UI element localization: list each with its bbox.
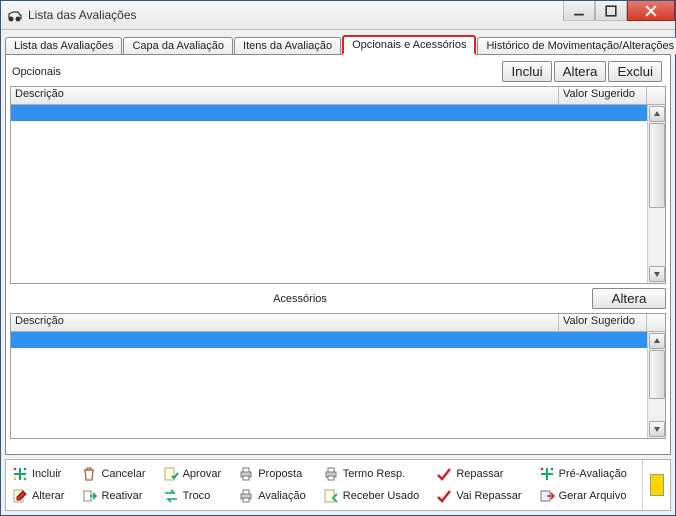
tab-historico[interactable]: Histórico de Movimentação/Alterações xyxy=(477,37,676,54)
altera-button[interactable]: Altera xyxy=(554,61,607,82)
incluir-button[interactable]: Incluir xyxy=(8,464,77,484)
opcionais-grid-header: Descrição Valor Sugerido xyxy=(11,87,665,105)
trash-icon xyxy=(81,466,97,482)
close-button[interactable] xyxy=(627,1,675,21)
incluir-label: Incluir xyxy=(32,468,61,480)
acessorios-grid-header: Descrição Valor Sugerido xyxy=(11,314,665,332)
opcionais-scrollbar[interactable] xyxy=(647,105,665,283)
receberusado-button[interactable]: Receber Usado xyxy=(319,486,433,506)
scroll-track-2[interactable] xyxy=(649,350,665,420)
opcionais-grid-body xyxy=(11,105,665,283)
opcionais-grid[interactable]: Descrição Valor Sugerido xyxy=(10,86,666,284)
opcionais-title: Opcionais xyxy=(12,66,500,78)
avaliacao-label: Avaliação xyxy=(258,490,306,502)
tab-strip: Lista das Avaliações Capa da Avaliação I… xyxy=(5,32,671,54)
table-row[interactable] xyxy=(11,332,647,348)
proposta-button[interactable]: Proposta xyxy=(234,464,319,484)
repassar-label: Repassar xyxy=(456,468,503,480)
gerararquivo-button[interactable]: Gerar Arquivo xyxy=(535,486,640,506)
alterar-label: Alterar xyxy=(32,490,64,502)
scroll-gap-2 xyxy=(647,314,665,331)
preavaliacao-button[interactable]: Pré-Avaliação xyxy=(535,464,640,484)
termoresp-label: Termo Resp. xyxy=(343,468,405,480)
cancelar-label: Cancelar xyxy=(101,468,145,480)
receive-icon xyxy=(323,488,339,504)
check-icon xyxy=(436,466,452,482)
acessorios-header: Acessórios Altera xyxy=(10,288,666,309)
gerararquivo-label: Gerar Arquivo xyxy=(559,490,627,502)
receberusado-label: Receber Usado xyxy=(343,490,419,502)
inclui-button[interactable]: Inclui xyxy=(502,61,551,82)
aprovar-button[interactable]: Aprovar xyxy=(159,464,235,484)
termoresp-button[interactable]: Termo Resp. xyxy=(319,464,433,484)
aprovar-label: Aprovar xyxy=(183,468,222,480)
opcionais-header: Opcionais Inclui Altera Exclui xyxy=(10,59,666,86)
footer-exit[interactable] xyxy=(642,460,670,510)
tab-itens[interactable]: Itens da Avaliação xyxy=(234,37,341,54)
minimize-button[interactable] xyxy=(563,1,595,21)
alterar-button[interactable]: Alterar xyxy=(8,486,77,506)
exclui-button[interactable]: Exclui xyxy=(608,61,662,82)
col-valor[interactable]: Valor Sugerido xyxy=(559,87,647,104)
col-valor-2[interactable]: Valor Sugerido xyxy=(559,314,647,331)
scroll-up-button[interactable] xyxy=(649,106,665,122)
window-title: Lista das Avaliações xyxy=(28,8,563,22)
scroll-up-button-2[interactable] xyxy=(649,333,665,349)
reactivate-icon xyxy=(81,488,97,504)
plus-icon xyxy=(539,466,555,482)
approve-icon xyxy=(163,466,179,482)
table-row[interactable] xyxy=(11,105,647,121)
reativar-button[interactable]: Reativar xyxy=(77,486,158,506)
window-controls xyxy=(563,1,675,29)
tab-page: Opcionais Inclui Altera Exclui Descrição… xyxy=(5,54,671,455)
scroll-gap xyxy=(647,87,665,104)
tab-capa[interactable]: Capa da Avaliação xyxy=(123,37,233,54)
printer-icon xyxy=(323,466,339,482)
scroll-down-button[interactable] xyxy=(649,266,665,282)
titlebar: Lista das Avaliações xyxy=(1,1,675,30)
edit-icon xyxy=(12,488,28,504)
printer-icon xyxy=(238,488,254,504)
footer-grid: Incluir Cancelar Aprovar Proposta Termo … xyxy=(6,460,642,510)
acessorios-grid[interactable]: Descrição Valor Sugerido xyxy=(10,313,666,439)
troco-label: Troco xyxy=(183,490,211,502)
tab-lista[interactable]: Lista das Avaliações xyxy=(5,37,122,54)
troco-button[interactable]: Troco xyxy=(159,486,235,506)
scroll-thumb-2[interactable] xyxy=(649,350,665,399)
opcionais-rows[interactable] xyxy=(11,105,647,283)
reativar-label: Reativar xyxy=(101,490,142,502)
app-window: Lista das Avaliações Lista das Avaliaçõe… xyxy=(0,0,676,516)
client-area: Lista das Avaliações Capa da Avaliação I… xyxy=(1,30,675,515)
proposta-label: Proposta xyxy=(258,468,302,480)
export-icon xyxy=(539,488,555,504)
col-descricao[interactable]: Descrição xyxy=(11,87,559,104)
footer-toolbar: Incluir Cancelar Aprovar Proposta Termo … xyxy=(5,459,671,511)
scroll-down-button-2[interactable] xyxy=(649,421,665,437)
plus-icon xyxy=(12,466,28,482)
cancelar-button[interactable]: Cancelar xyxy=(77,464,158,484)
vairepassar-button[interactable]: Vai Repassar xyxy=(432,486,534,506)
preavaliacao-label: Pré-Avaliação xyxy=(559,468,627,480)
tab-opcionais[interactable]: Opcionais e Acessórios xyxy=(342,35,476,55)
maximize-button[interactable] xyxy=(595,1,627,21)
acessorios-grid-body xyxy=(11,332,665,438)
exit-icon xyxy=(650,474,664,496)
swap-icon xyxy=(163,488,179,504)
avaliacao-button[interactable]: Avaliação xyxy=(234,486,319,506)
vairepassar-label: Vai Repassar xyxy=(456,490,521,502)
acessorios-rows[interactable] xyxy=(11,332,647,438)
scroll-track[interactable] xyxy=(649,123,665,265)
col-descricao-2[interactable]: Descrição xyxy=(11,314,559,331)
printer-icon xyxy=(238,466,254,482)
acessorios-altera-button[interactable]: Altera xyxy=(592,288,666,309)
scroll-thumb[interactable] xyxy=(649,123,665,208)
acessorios-title: Acessórios xyxy=(10,293,590,305)
acessorios-scrollbar[interactable] xyxy=(647,332,665,438)
check-icon xyxy=(436,488,452,504)
repassar-button[interactable]: Repassar xyxy=(432,464,534,484)
window-icon xyxy=(7,7,23,23)
